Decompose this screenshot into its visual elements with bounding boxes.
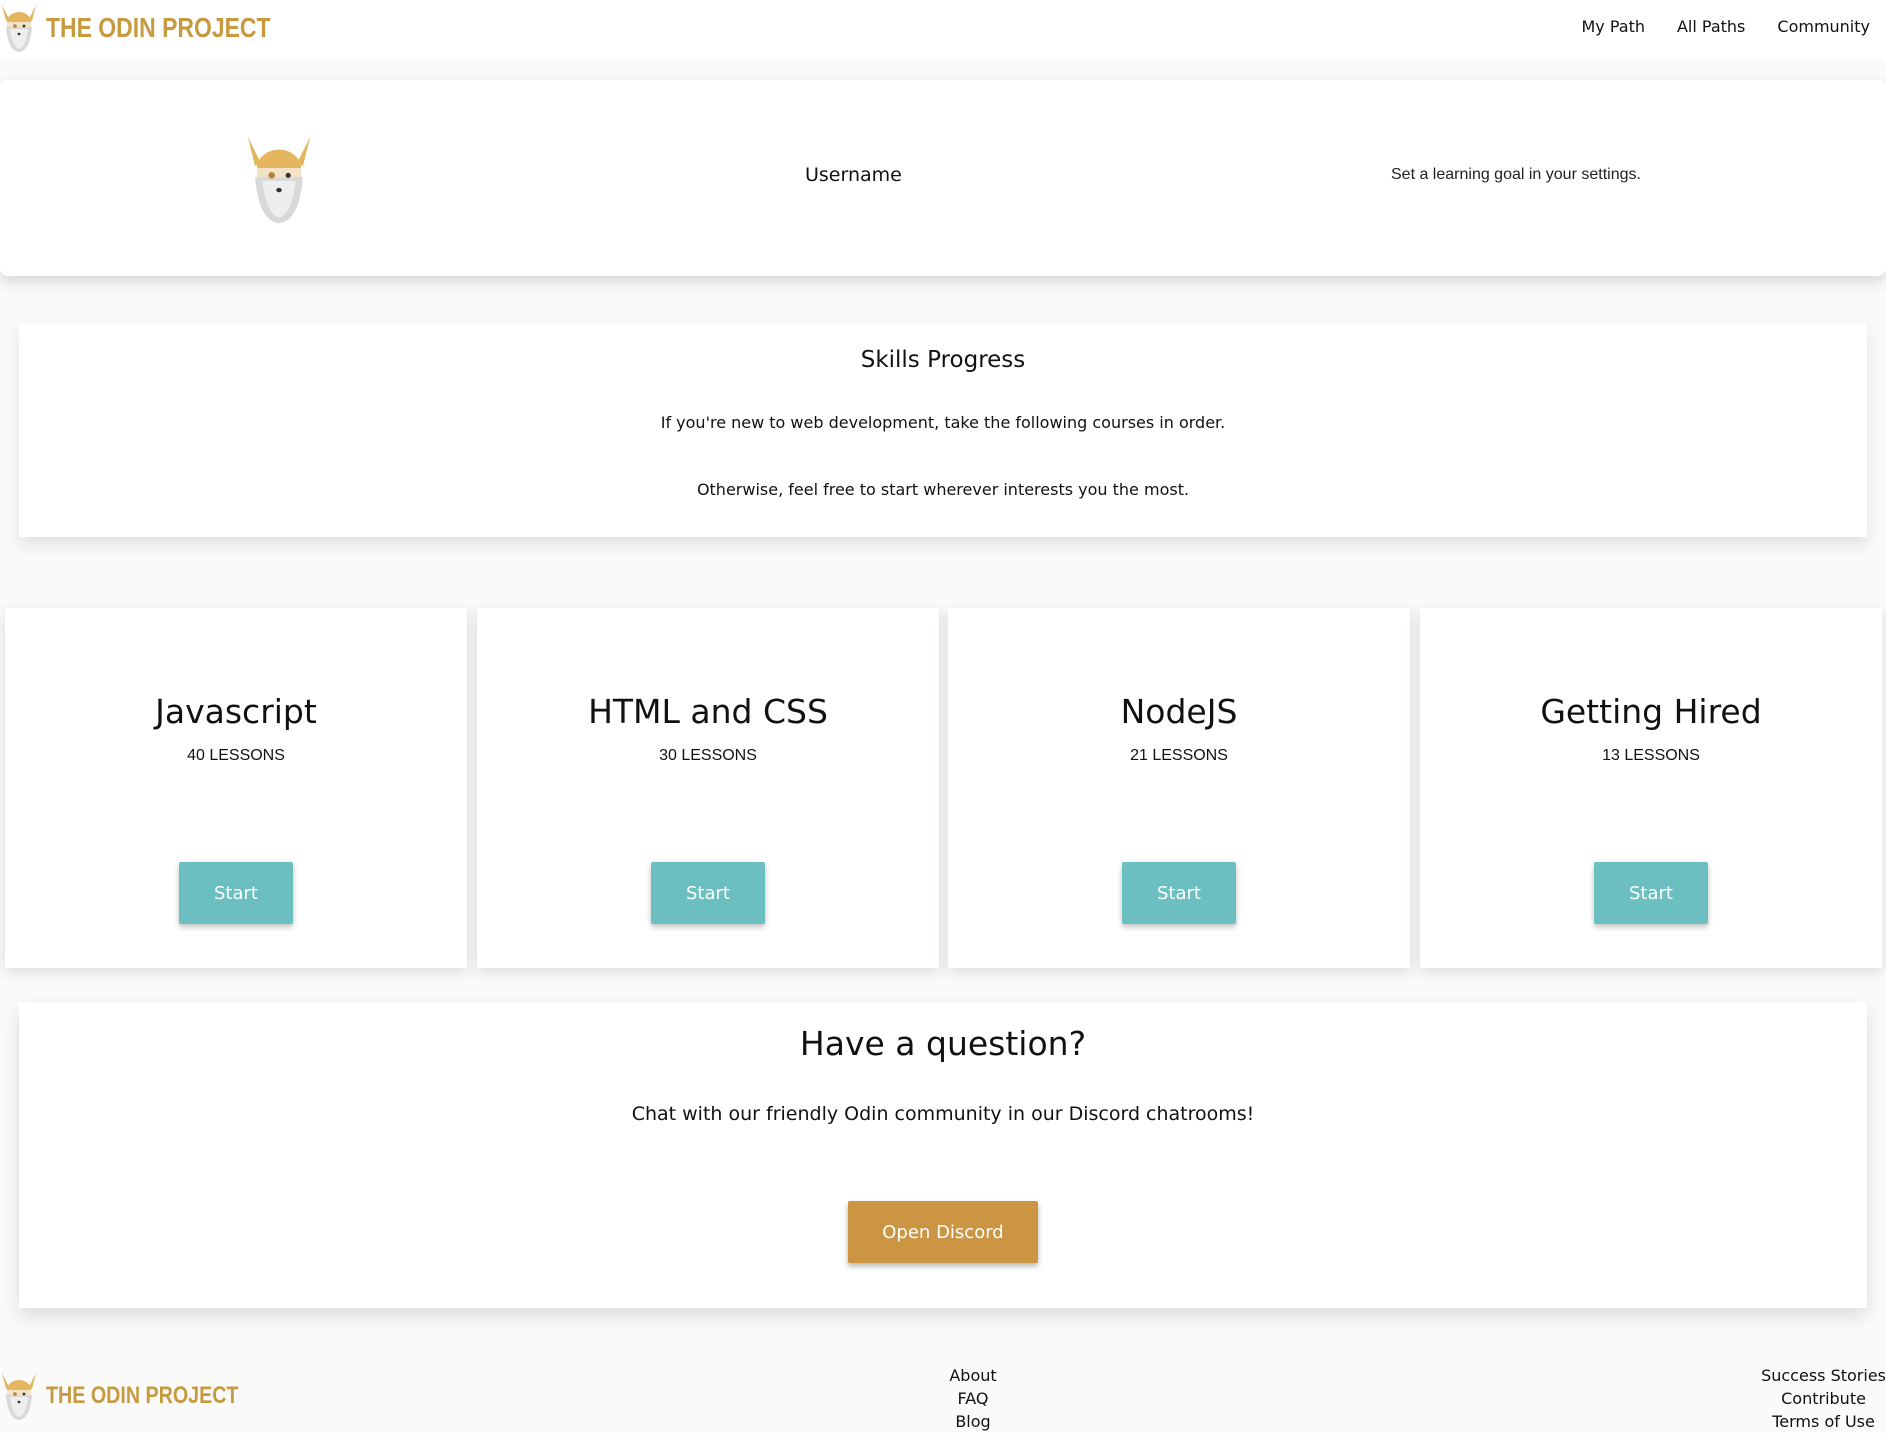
odin-head-icon bbox=[244, 133, 314, 225]
start-button[interactable]: Start bbox=[651, 862, 765, 924]
odin-head-icon bbox=[0, 3, 38, 53]
skills-progress-section: Skills Progress If you're new to web dev… bbox=[19, 323, 1867, 537]
course-card-javascript: Javascript 40 LESSONS Start bbox=[5, 608, 467, 968]
skills-intro-line: If you're new to web development, take t… bbox=[660, 413, 1226, 432]
course-card-getting-hired: Getting Hired 13 LESSONS Start bbox=[1420, 608, 1882, 968]
question-text: Chat with our friendly Odin community in… bbox=[631, 1103, 1255, 1125]
odin-head-icon bbox=[0, 1371, 38, 1421]
main-nav: My Path All Paths Community bbox=[1581, 17, 1870, 36]
footer-link-blog[interactable]: Blog bbox=[900, 1410, 1046, 1433]
start-button[interactable]: Start bbox=[179, 862, 293, 924]
course-lesson-count: 13 LESSONS bbox=[1602, 747, 1700, 764]
start-button[interactable]: Start bbox=[1122, 862, 1236, 924]
footer-link-success-stories[interactable]: Success Stories bbox=[1761, 1364, 1886, 1387]
footer-brand-name: THE ODIN PROJECT bbox=[46, 1382, 239, 1409]
nav-community[interactable]: Community bbox=[1777, 17, 1870, 36]
course-lesson-count: 21 LESSONS bbox=[1130, 747, 1228, 764]
start-button[interactable]: Start bbox=[1594, 862, 1708, 924]
learning-goal-text: Set a learning goal in your settings. bbox=[1391, 166, 1641, 183]
course-title: Javascript bbox=[155, 692, 317, 731]
profile-card: Username Set a learning goal in your set… bbox=[0, 80, 1886, 276]
profile-username: Username bbox=[805, 164, 902, 186]
course-card-nodejs: NodeJS 21 LESSONS Start bbox=[948, 608, 1410, 968]
nav-all-paths[interactable]: All Paths bbox=[1677, 17, 1745, 36]
question-title: Have a question? bbox=[799, 1024, 1087, 1063]
site-header: THE ODIN PROJECT My Path All Paths Commu… bbox=[0, 0, 1886, 60]
course-title: HTML and CSS bbox=[588, 692, 828, 731]
course-lesson-count: 30 LESSONS bbox=[659, 747, 757, 764]
course-title: NodeJS bbox=[1120, 692, 1238, 731]
course-title: Getting Hired bbox=[1540, 692, 1762, 731]
footer-link-contribute[interactable]: Contribute bbox=[1761, 1387, 1886, 1410]
footer-link-faq[interactable]: FAQ bbox=[900, 1387, 1046, 1410]
footer-links-middle: About FAQ Blog bbox=[900, 1364, 1046, 1433]
brand-link[interactable]: THE ODIN PROJECT bbox=[0, 0, 320, 56]
skills-title: Skills Progress bbox=[860, 347, 1026, 373]
course-lesson-count: 40 LESSONS bbox=[187, 747, 285, 764]
open-discord-button[interactable]: Open Discord bbox=[848, 1201, 1038, 1263]
brand-name: THE ODIN PROJECT bbox=[46, 12, 271, 43]
footer-brand-link[interactable]: THE ODIN PROJECT bbox=[0, 1368, 281, 1424]
footer-link-about[interactable]: About bbox=[900, 1364, 1046, 1387]
course-card-html-css: HTML and CSS 30 LESSONS Start bbox=[477, 608, 939, 968]
footer-links-right: Success Stories Contribute Terms of Use bbox=[1761, 1364, 1886, 1433]
skills-secondary-line: Otherwise, feel free to start wherever i… bbox=[696, 480, 1190, 499]
question-section: Have a question? Chat with our friendly … bbox=[19, 1002, 1867, 1308]
nav-my-path[interactable]: My Path bbox=[1581, 17, 1645, 36]
footer-link-terms[interactable]: Terms of Use bbox=[1761, 1410, 1886, 1433]
